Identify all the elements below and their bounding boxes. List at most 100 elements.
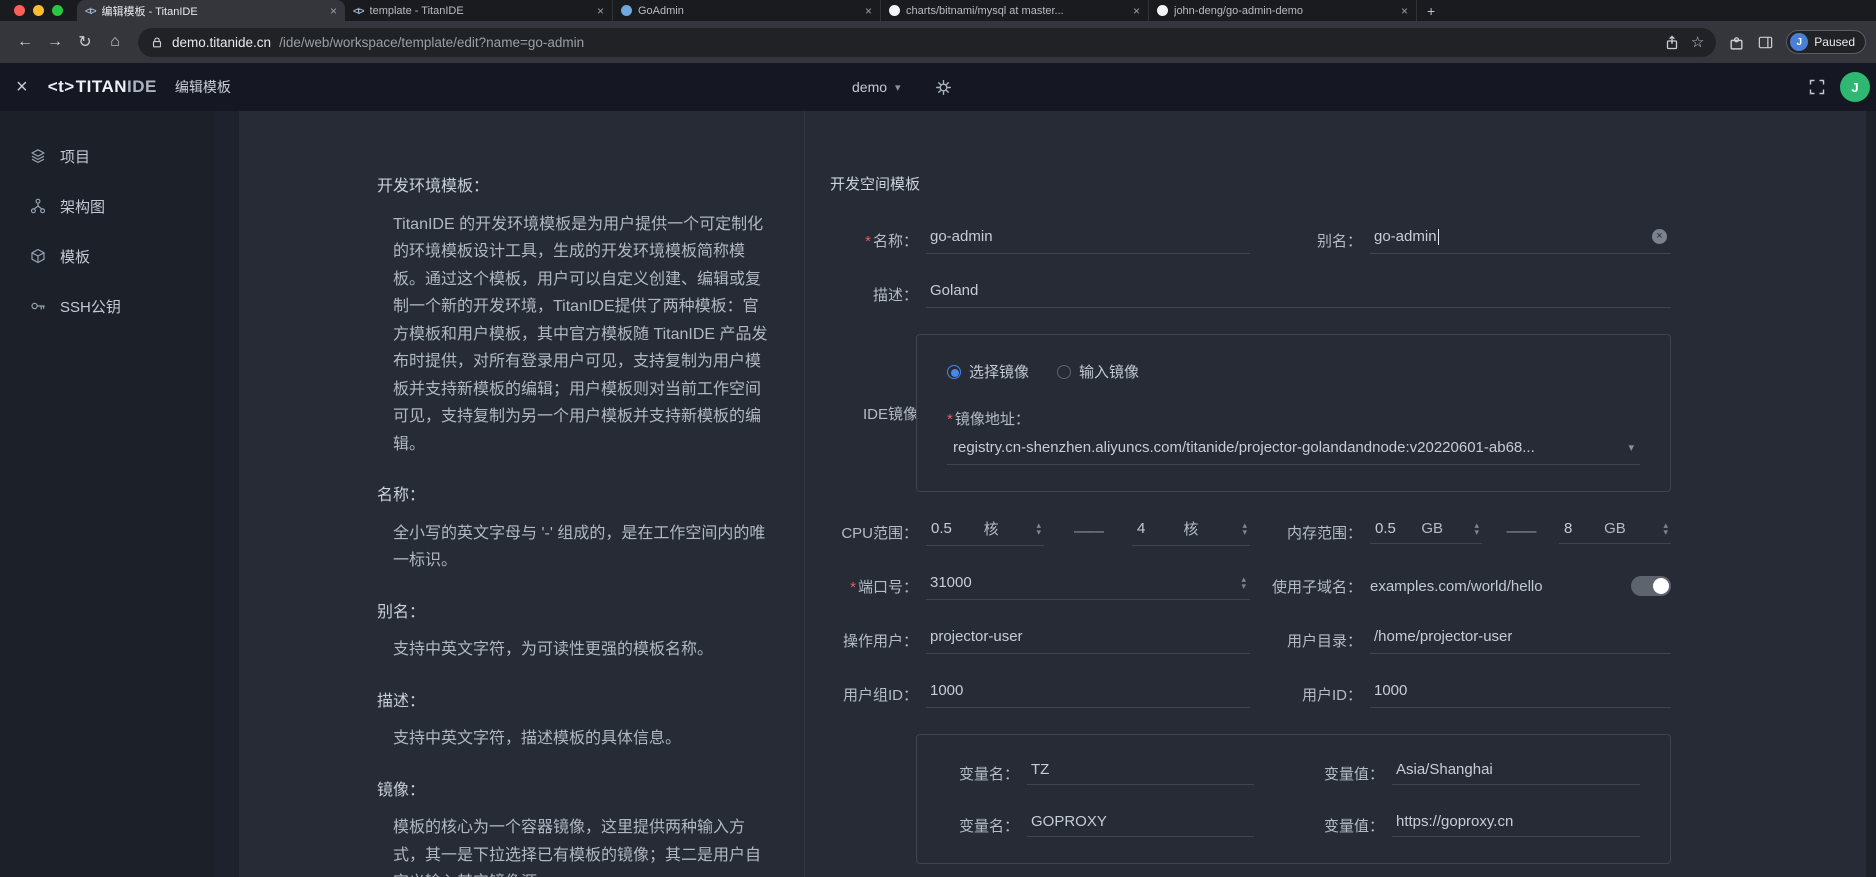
workspace-selector[interactable]: demo	[852, 79, 887, 95]
env-value-input[interactable]: https://goproxy.cn	[1392, 813, 1640, 837]
tab-title: 编辑模板 - TitanIDE	[102, 3, 324, 19]
name-value: go-admin	[930, 228, 993, 245]
operator-user-input[interactable]: projector-user	[926, 626, 1250, 654]
user-dir-label: 用户目录：	[1250, 630, 1362, 651]
tab-title: GoAdmin	[638, 5, 859, 17]
user-id-input[interactable]: 1000	[1370, 680, 1671, 708]
image-address-dropdown[interactable]: registry.cn-shenzhen.aliyuncs.com/titani…	[947, 439, 1640, 465]
reload-icon[interactable]: ↻	[70, 27, 100, 57]
env-name-input[interactable]: GOPROXY	[1027, 813, 1254, 837]
tab-title: template - TitanIDE	[370, 5, 591, 17]
home-icon[interactable]: ⌂	[100, 27, 130, 57]
alias-input[interactable]: go-admin ×	[1370, 226, 1671, 254]
alias-value: go-admin	[1374, 228, 1437, 245]
cpu-max-value: 4	[1137, 520, 1145, 537]
user-dir-input[interactable]: /home/projector-user	[1370, 626, 1671, 654]
logo-titan: TITAN	[76, 77, 127, 97]
chevron-down-icon[interactable]: ▾	[895, 81, 901, 94]
share-icon[interactable]	[1663, 34, 1679, 50]
scrollbar[interactable]	[1866, 111, 1876, 877]
tab-edit-template[interactable]: <t> 编辑模板 - TitanIDE ×	[77, 0, 345, 21]
doc-paragraph: 支持中英文字符，描述模板的具体信息。	[377, 725, 774, 753]
architecture-diagram-icon	[30, 198, 46, 214]
tab-template[interactable]: <t> template - TitanIDE ×	[345, 0, 613, 21]
user-dir-value: /home/projector-user	[1374, 628, 1512, 645]
subdomain-toggle[interactable]	[1631, 576, 1671, 596]
extensions-puzzle-icon[interactable]	[1728, 34, 1745, 51]
zoom-window-button[interactable]	[52, 5, 63, 16]
env-var-row: 变量名： GOPROXY 变量值： https://goproxy.cn	[947, 813, 1640, 837]
stepper-control[interactable]: ▴▾	[1036, 522, 1041, 536]
group-id-input[interactable]: 1000	[926, 680, 1250, 708]
radio-input-image[interactable]: 输入镜像	[1057, 361, 1139, 382]
gear-icon[interactable]	[935, 79, 952, 96]
subdomain-value: examples.com/world/hello	[1370, 578, 1543, 595]
env-value-input[interactable]: Asia/Shanghai	[1392, 761, 1640, 785]
env-var-row: 变量名： TZ 变量值： Asia/Shanghai	[947, 761, 1640, 785]
step-down-icon[interactable]: ▾	[1663, 529, 1668, 536]
tab-github-mysql[interactable]: charts/bitnami/mysql at master... ×	[881, 0, 1149, 21]
site-info-lock-icon[interactable]	[150, 34, 164, 50]
stepper-control[interactable]: ▴▾	[1663, 522, 1668, 536]
required-mark: *	[947, 411, 953, 428]
stepper-control[interactable]: ▴▾	[1241, 576, 1246, 590]
tab-close-icon[interactable]: ×	[330, 4, 337, 18]
step-down-icon[interactable]: ▾	[1474, 529, 1479, 536]
titanide-logo: <t> TITAN IDE	[48, 77, 157, 97]
description-label: 描述：	[830, 284, 918, 305]
name-input[interactable]: go-admin	[926, 226, 1250, 254]
alias-label: 别名：	[1250, 230, 1362, 251]
github-favicon	[889, 5, 900, 16]
env-value-label: 变量值：	[1254, 815, 1384, 836]
description-value: Goland	[930, 282, 978, 299]
tab-close-icon[interactable]: ×	[1133, 4, 1140, 18]
close-editor-icon[interactable]: ×	[16, 77, 28, 97]
minimize-window-button[interactable]	[33, 5, 44, 16]
chevron-down-icon[interactable]: ▾	[1628, 441, 1634, 454]
stepper-control[interactable]: ▴▾	[1474, 522, 1479, 536]
page-title: 编辑模板	[175, 77, 231, 97]
back-icon[interactable]: ←	[10, 27, 40, 57]
cpu-min-input[interactable]: 0.5 核 ▴▾	[926, 518, 1044, 546]
sidebar-item-templates[interactable]: 模板	[0, 231, 215, 281]
sidebar-item-projects[interactable]: 项目	[0, 131, 215, 181]
new-tab-button[interactable]: +	[1427, 4, 1435, 18]
tab-github-go-admin-demo[interactable]: john-deng/go-admin-demo ×	[1149, 0, 1417, 21]
sidebar-item-label: 项目	[60, 146, 90, 167]
profile-paused-pill[interactable]: J Paused	[1786, 30, 1866, 54]
titanide-favicon: <t>	[85, 6, 96, 16]
profile-status-label: Paused	[1814, 35, 1855, 49]
doc-heading: 别名：	[377, 599, 774, 627]
tab-close-icon[interactable]: ×	[865, 4, 872, 18]
step-down-icon[interactable]: ▾	[1036, 529, 1041, 536]
step-down-icon[interactable]: ▾	[1242, 529, 1247, 536]
cpu-unit: 核	[984, 518, 999, 539]
close-window-button[interactable]	[14, 5, 25, 16]
cpu-min-value: 0.5	[931, 520, 952, 537]
side-panel-icon[interactable]	[1757, 34, 1774, 51]
group-id-label: 用户组ID：	[830, 684, 918, 705]
toggle-knob	[1653, 578, 1669, 594]
user-avatar[interactable]: J	[1840, 72, 1870, 102]
tab-close-icon[interactable]: ×	[1401, 4, 1408, 18]
description-input[interactable]: Goland	[926, 280, 1671, 308]
address-bar[interactable]: demo.titanide.cn /ide/web/workspace/temp…	[138, 28, 1716, 57]
memory-min-input[interactable]: 0.5 GB ▴▾	[1370, 520, 1482, 544]
tab-goadmin[interactable]: GoAdmin ×	[613, 0, 881, 21]
template-cube-icon	[30, 248, 46, 264]
fullscreen-icon[interactable]	[1808, 78, 1826, 96]
sidebar-item-architecture[interactable]: 架构图	[0, 181, 215, 231]
stepper-control[interactable]: ▴▾	[1242, 522, 1247, 536]
sidebar-item-ssh-keys[interactable]: SSH公钥	[0, 281, 215, 331]
bookmark-star-icon[interactable]: ☆	[1691, 35, 1704, 50]
cpu-max-input[interactable]: 4 核 ▴▾	[1132, 518, 1250, 546]
radio-select-image[interactable]: 选择镜像	[947, 361, 1029, 382]
forward-icon[interactable]: →	[40, 27, 70, 57]
port-input[interactable]: 31000 ▴▾	[926, 572, 1250, 600]
step-down-icon[interactable]: ▾	[1241, 583, 1246, 590]
clear-icon[interactable]: ×	[1652, 229, 1667, 244]
tab-close-icon[interactable]: ×	[597, 4, 604, 18]
sidebar-item-label: 架构图	[60, 196, 105, 217]
env-name-input[interactable]: TZ	[1027, 761, 1254, 785]
memory-max-input[interactable]: 8 GB ▴▾	[1559, 520, 1671, 544]
